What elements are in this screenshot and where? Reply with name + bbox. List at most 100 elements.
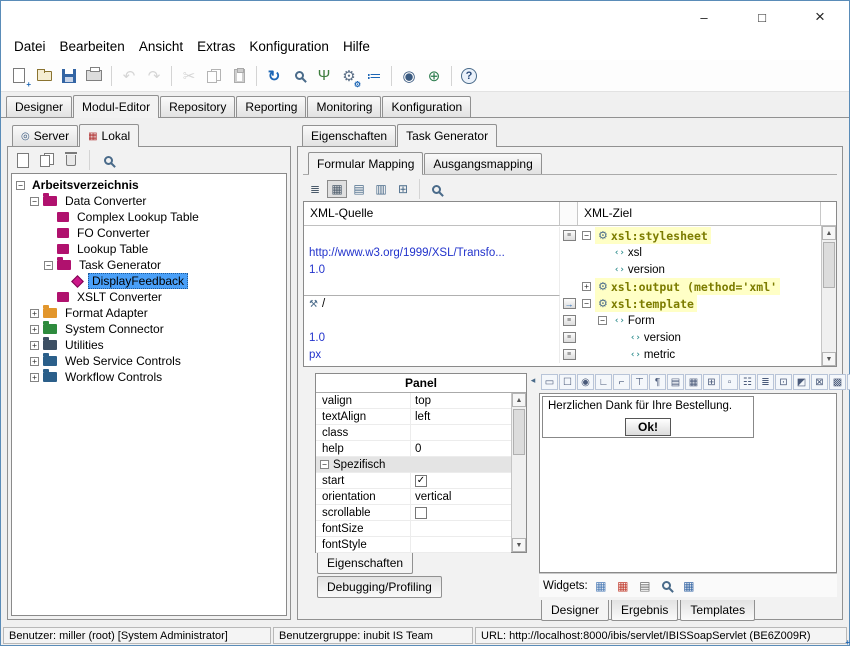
help-icon[interactable]: ? <box>457 64 481 88</box>
source-cell[interactable]: 1.0 <box>304 329 560 346</box>
expander-icon[interactable]: − <box>16 181 25 190</box>
mapping-link-button[interactable]: ≡ <box>563 230 576 241</box>
expander-icon[interactable]: + <box>30 341 39 350</box>
tab-server[interactable]: ◎Server <box>12 125 78 146</box>
text-widget-icon[interactable]: ¶ <box>649 374 666 390</box>
mapping-scrollbar[interactable]: ▲ ▼ <box>821 226 836 366</box>
target-cell[interactable]: ‹›version <box>578 261 821 278</box>
form-canvas[interactable]: Herzlichen Dank für Ihre Bestellung. Ok! <box>539 393 837 573</box>
tree-item-web-service-controls[interactable]: +Web Service Controls <box>12 353 286 369</box>
grid-widget-icon[interactable]: ▦ <box>685 374 702 390</box>
property-value[interactable] <box>411 521 511 536</box>
tab-lokal[interactable]: ▦Lokal <box>79 124 139 146</box>
mapping-grid-icon[interactable]: ▦ <box>327 180 347 198</box>
redo-icon[interactable]: ↷ <box>142 64 166 88</box>
mapping-export-icon[interactable]: ▥ <box>371 180 391 198</box>
line-widget-icon[interactable]: ⌐ <box>613 374 630 390</box>
source-cell[interactable] <box>304 312 560 329</box>
copy-module-icon[interactable] <box>37 150 57 170</box>
tab-task-generator[interactable]: Task Generator <box>397 124 497 146</box>
scroll-up-icon[interactable]: ▲ <box>512 393 526 407</box>
save-icon[interactable] <box>57 64 81 88</box>
property-row-class[interactable]: class <box>316 425 511 441</box>
property-value[interactable]: 0 <box>411 441 511 456</box>
tab-debugging-profiling[interactable]: Debugging/Profiling <box>317 576 442 598</box>
expander-icon[interactable]: + <box>30 325 39 334</box>
radio-widget-icon[interactable]: ◉ <box>577 374 594 390</box>
source-cell[interactable]: px <box>304 346 560 363</box>
property-row-help[interactable]: help0 <box>316 441 511 457</box>
table-widget-icon[interactable]: ▤ <box>667 374 684 390</box>
scroll-track[interactable] <box>822 240 836 352</box>
expander-icon[interactable]: + <box>30 357 39 366</box>
source-cell[interactable]: 1.0 <box>304 261 560 278</box>
property-row-start[interactable]: start✓ <box>316 473 511 489</box>
expander-icon[interactable]: − <box>44 261 53 270</box>
widgets-grid-icon[interactable]: ▤ <box>636 578 654 594</box>
widgets-panel-icon[interactable]: ▦ <box>680 578 698 594</box>
source-cell[interactable]: ⚒/ <box>304 295 560 312</box>
target-cell[interactable]: +⚙xsl:output (method='xml' <box>578 278 821 295</box>
expander-icon[interactable]: − <box>582 299 591 308</box>
delete-module-icon[interactable] <box>61 150 81 170</box>
tree-item-workflow-controls[interactable]: +Workflow Controls <box>12 369 286 385</box>
menu-extras[interactable]: Extras <box>190 36 242 57</box>
refresh-icon[interactable]: ↻ <box>262 64 286 88</box>
expander-icon[interactable]: − <box>30 197 39 206</box>
tab-reporting[interactable]: Reporting <box>236 96 306 117</box>
expander-icon[interactable]: + <box>582 282 591 291</box>
property-value[interactable]: top <box>411 393 511 408</box>
checkbox-widget-icon[interactable]: ☐ <box>559 374 576 390</box>
new-module-icon[interactable]: + <box>13 150 33 170</box>
menu-bearbeiten[interactable]: Bearbeiten <box>53 36 132 57</box>
browser-globe-icon[interactable]: ⊕ <box>422 64 446 88</box>
properties-scrollbar[interactable]: ▲ ▼ <box>511 393 526 552</box>
tab-templates[interactable]: Templates <box>680 600 755 621</box>
property-value[interactable]: ✓ <box>411 473 511 488</box>
checkbox[interactable]: ✓ <box>415 475 427 487</box>
maximize-button[interactable]: □ <box>733 1 791 33</box>
property-row-valign[interactable]: valigntop <box>316 393 511 409</box>
property-row-fontstyle[interactable]: fontStyle <box>316 537 511 553</box>
splitter-collapse-icon[interactable]: ◂ <box>531 375 536 386</box>
tree-item-utilities[interactable]: +Utilities <box>12 337 286 353</box>
minimize-button[interactable]: – <box>675 1 733 33</box>
menu-ansicht[interactable]: Ansicht <box>132 36 190 57</box>
settings-gears-icon[interactable]: ⚙⚙ <box>337 64 361 88</box>
target-cell[interactable]: ‹›xsl <box>578 244 821 261</box>
mapping-transfer-icon[interactable]: ⊞ <box>393 180 413 198</box>
spacer-widget-icon[interactable]: ▫ <box>721 374 738 390</box>
tab-eigenschaften[interactable]: Eigenschaften <box>302 125 396 146</box>
cut-icon[interactable]: ✂ <box>177 64 201 88</box>
add-table-widget-icon[interactable]: ⊞ <box>703 374 720 390</box>
scroll-track[interactable] <box>512 407 526 538</box>
mapping-list-icon[interactable]: ≣ <box>305 180 325 198</box>
property-section-spezifisch[interactable]: −Spezifisch <box>316 457 511 473</box>
property-row-textalign[interactable]: textAlignleft <box>316 409 511 425</box>
menu-datei[interactable]: Datei <box>7 36 53 57</box>
tab-modul-editor[interactable]: Modul-Editor <box>73 95 159 117</box>
checkbox[interactable] <box>415 507 427 519</box>
task-list-icon[interactable]: ≔ <box>362 64 386 88</box>
mapping-search-icon[interactable] <box>426 180 446 198</box>
rows-widget-icon[interactable]: ☷ <box>739 374 756 390</box>
target-cell[interactable]: −⚙xsl:template <box>578 295 821 312</box>
cell-widget-icon[interactable]: ⊡ <box>775 374 792 390</box>
search-icon[interactable] <box>287 64 311 88</box>
panel-splitter[interactable]: ◂ <box>527 373 539 621</box>
new-document-icon[interactable]: + <box>7 64 31 88</box>
property-row-orientation[interactable]: orientationvertical <box>316 489 511 505</box>
scroll-thumb[interactable] <box>823 242 835 288</box>
open-icon[interactable] <box>32 64 56 88</box>
mapping-arrow-button[interactable]: → <box>563 298 576 309</box>
tab-konfiguration[interactable]: Konfiguration <box>382 96 471 117</box>
form-preview[interactable]: Herzlichen Dank für Ihre Bestellung. Ok! <box>542 396 754 438</box>
corner-widget-icon[interactable]: ∟ <box>595 374 612 390</box>
tree-item-lookup-table[interactable]: Lookup Table <box>12 241 286 257</box>
mapping-import-icon[interactable]: ▤ <box>349 180 369 198</box>
property-value[interactable] <box>411 505 511 520</box>
source-cell[interactable]: http://www.w3.org/1999/XSL/Transfo... <box>304 244 560 261</box>
tab-monitoring[interactable]: Monitoring <box>307 96 381 117</box>
tab-designer[interactable]: Designer <box>541 600 609 621</box>
print-icon[interactable] <box>82 64 106 88</box>
